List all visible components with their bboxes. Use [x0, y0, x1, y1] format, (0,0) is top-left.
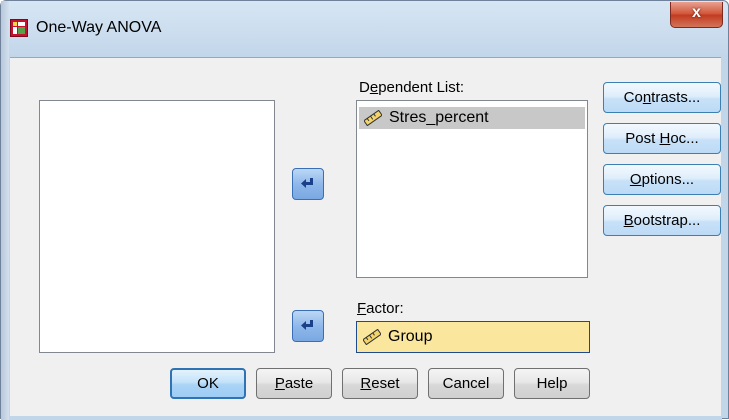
window-title: One-Way ANOVA: [36, 19, 162, 36]
dependent-list-label: Dependent List:: [359, 79, 465, 96]
spss-table-icon: [10, 19, 28, 37]
scale-ruler-icon: [364, 110, 382, 126]
arrow-left-icon: [301, 320, 313, 330]
factor-field[interactable]: Group: [356, 321, 590, 353]
factor-variable-name: Group: [388, 328, 433, 345]
bootstrap-button[interactable]: Bootstrap...: [603, 205, 721, 236]
title-bar[interactable]: One-Way ANOVA x: [2, 2, 728, 54]
window-bottom-edge: [9, 416, 722, 420]
move-to-dependent-button[interactable]: [292, 168, 324, 200]
arrow-left-icon: [301, 178, 313, 188]
close-button[interactable]: x: [670, 2, 723, 28]
post-hoc-button[interactable]: Post Hoc...: [603, 123, 721, 154]
window-left-edge: [1, 1, 9, 420]
reset-button[interactable]: Reset: [342, 368, 418, 399]
help-button[interactable]: Help: [514, 368, 590, 399]
factor-label: Factor:: [357, 300, 404, 317]
contrasts-button[interactable]: Contrasts...: [603, 82, 721, 113]
dialog-window: One-Way ANOVA x Dependent List: Stres_pe…: [0, 0, 729, 420]
paste-button[interactable]: Paste: [256, 368, 332, 399]
cancel-button[interactable]: Cancel: [428, 368, 504, 399]
dependent-variable-name: Stres_percent: [389, 109, 489, 126]
dependent-list[interactable]: Stres_percent: [356, 100, 588, 278]
move-to-factor-button[interactable]: [292, 310, 324, 342]
factor-item: Group: [358, 326, 586, 348]
source-variable-list[interactable]: [39, 100, 275, 353]
dependent-list-item[interactable]: Stres_percent: [359, 107, 585, 129]
scale-ruler-icon: [363, 329, 381, 345]
ok-button[interactable]: OK: [170, 368, 246, 399]
close-icon: x: [692, 4, 701, 21]
options-button[interactable]: Options...: [603, 164, 721, 195]
